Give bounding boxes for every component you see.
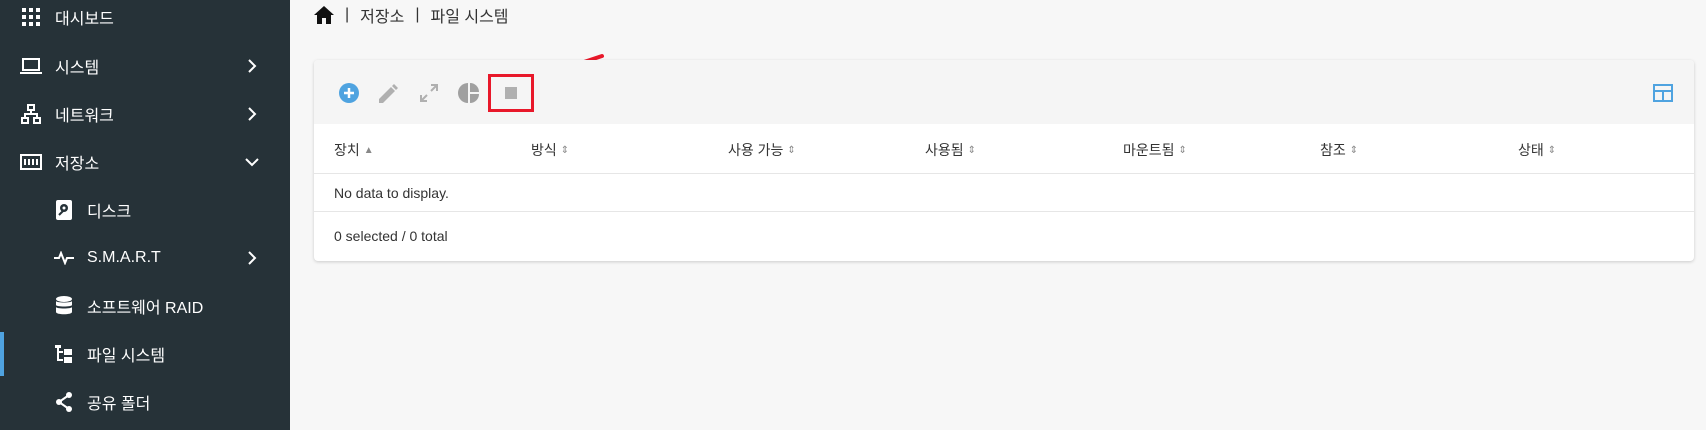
sort-icon: ⇕ <box>1349 144 1359 156</box>
pulse-icon <box>53 247 75 269</box>
unmount-button[interactable] <box>500 82 522 104</box>
sidebar-item-label: 시스템 <box>55 60 100 77</box>
sidebar-item-label: 저장소 <box>55 156 100 173</box>
sidebar-item-label: 네트워크 <box>55 108 114 125</box>
sidebar-item-smart[interactable]: S.M.A.R.T <box>0 236 290 280</box>
file-tree-icon <box>53 343 75 365</box>
breadcrumb-item[interactable]: 저장소 <box>360 3 404 27</box>
network-icon <box>20 103 42 125</box>
toolbar <box>314 60 1694 124</box>
sidebar-item-storage[interactable]: 저장소 <box>0 140 290 184</box>
column-header-status[interactable]: 상태 ⇕ <box>1518 140 1556 160</box>
sort-icon: ⇕ <box>1178 144 1187 156</box>
expand-icon <box>420 84 438 102</box>
column-header-device[interactable]: 장치 ▲ <box>334 140 374 160</box>
column-header-used[interactable]: 사용됨 ⇕ <box>925 140 976 160</box>
database-icon <box>53 295 75 317</box>
sort-asc-icon: ▲ <box>363 144 374 156</box>
pencil-icon <box>379 84 398 103</box>
sidebar-item-label: 디스크 <box>87 204 132 221</box>
quota-button[interactable] <box>458 82 480 104</box>
sidebar-item-label: 소프트웨어 RAID <box>87 300 204 317</box>
sort-icon: ⇕ <box>967 144 977 156</box>
breadcrumb-item: 파일 시스템 <box>430 9 509 26</box>
sidebar-item-label: 공유 폴더 <box>87 396 151 413</box>
selection-summary: 0 selected / 0 total <box>334 228 448 244</box>
column-header-mounted[interactable]: 마운트됨 ⇕ <box>1123 140 1187 160</box>
add-button[interactable] <box>338 82 360 104</box>
column-header-referenced[interactable]: 참조 ⇕ <box>1320 140 1358 160</box>
table-icon <box>1653 84 1673 102</box>
sort-icon: ⇕ <box>560 144 570 156</box>
pie-chart-icon <box>458 83 479 103</box>
breadcrumb: | 저장소 | 파일 시스템 <box>314 3 509 27</box>
chevron-right-icon <box>248 107 257 121</box>
edit-button[interactable] <box>378 82 400 104</box>
sidebar-item-dashboard[interactable]: 대시보드 <box>0 0 290 39</box>
sidebar: 대시보드 시스템 네트워크 저장소 디스크 S.M.A.R.T 소프트웨어 RA… <box>0 0 290 430</box>
column-header-available[interactable]: 사용 가능 ⇕ <box>728 140 796 160</box>
resize-button[interactable] <box>418 82 440 104</box>
sidebar-item-system[interactable]: 시스템 <box>0 44 290 88</box>
home-icon[interactable] <box>314 6 334 24</box>
sort-icon: ⇕ <box>1547 144 1557 156</box>
empty-message: No data to display. <box>314 174 1694 212</box>
sidebar-item-label: S.M.A.R.T <box>87 249 161 266</box>
sort-icon: ⇕ <box>787 144 796 156</box>
chevron-down-icon <box>245 158 259 167</box>
column-layout-button[interactable] <box>1652 82 1674 104</box>
share-icon <box>53 391 75 413</box>
storage-icon <box>20 151 42 173</box>
sidebar-item-network[interactable]: 네트워크 <box>0 92 290 136</box>
sidebar-item-disks[interactable]: 디스크 <box>0 188 290 232</box>
sidebar-item-label: 파일 시스템 <box>87 348 166 365</box>
sidebar-item-software-raid[interactable]: 소프트웨어 RAID <box>0 284 290 328</box>
sidebar-item-label: 대시보드 <box>55 11 114 28</box>
laptop-icon <box>20 55 42 77</box>
stop-icon <box>505 87 517 99</box>
sidebar-item-shared-folders[interactable]: 공유 폴더 <box>0 380 290 424</box>
chevron-right-icon <box>248 59 257 73</box>
disk-icon <box>53 199 75 221</box>
grid-icon <box>20 6 42 28</box>
add-circle-icon <box>339 83 359 103</box>
table-header: 장치 ▲ 방식 ⇕ 사용 가능 ⇕ 사용됨 ⇕ 마운트됨 ⇕ 참조 ⇕ 상태 ⇕ <box>314 124 1694 174</box>
filesystem-panel: 장치 ▲ 방식 ⇕ 사용 가능 ⇕ 사용됨 ⇕ 마운트됨 ⇕ 참조 ⇕ 상태 ⇕ No dat… <box>314 60 1694 261</box>
chevron-right-icon <box>248 251 257 265</box>
column-header-type[interactable]: 방식 ⇕ <box>531 140 569 160</box>
sidebar-item-file-systems[interactable]: 파일 시스템 <box>0 332 290 376</box>
